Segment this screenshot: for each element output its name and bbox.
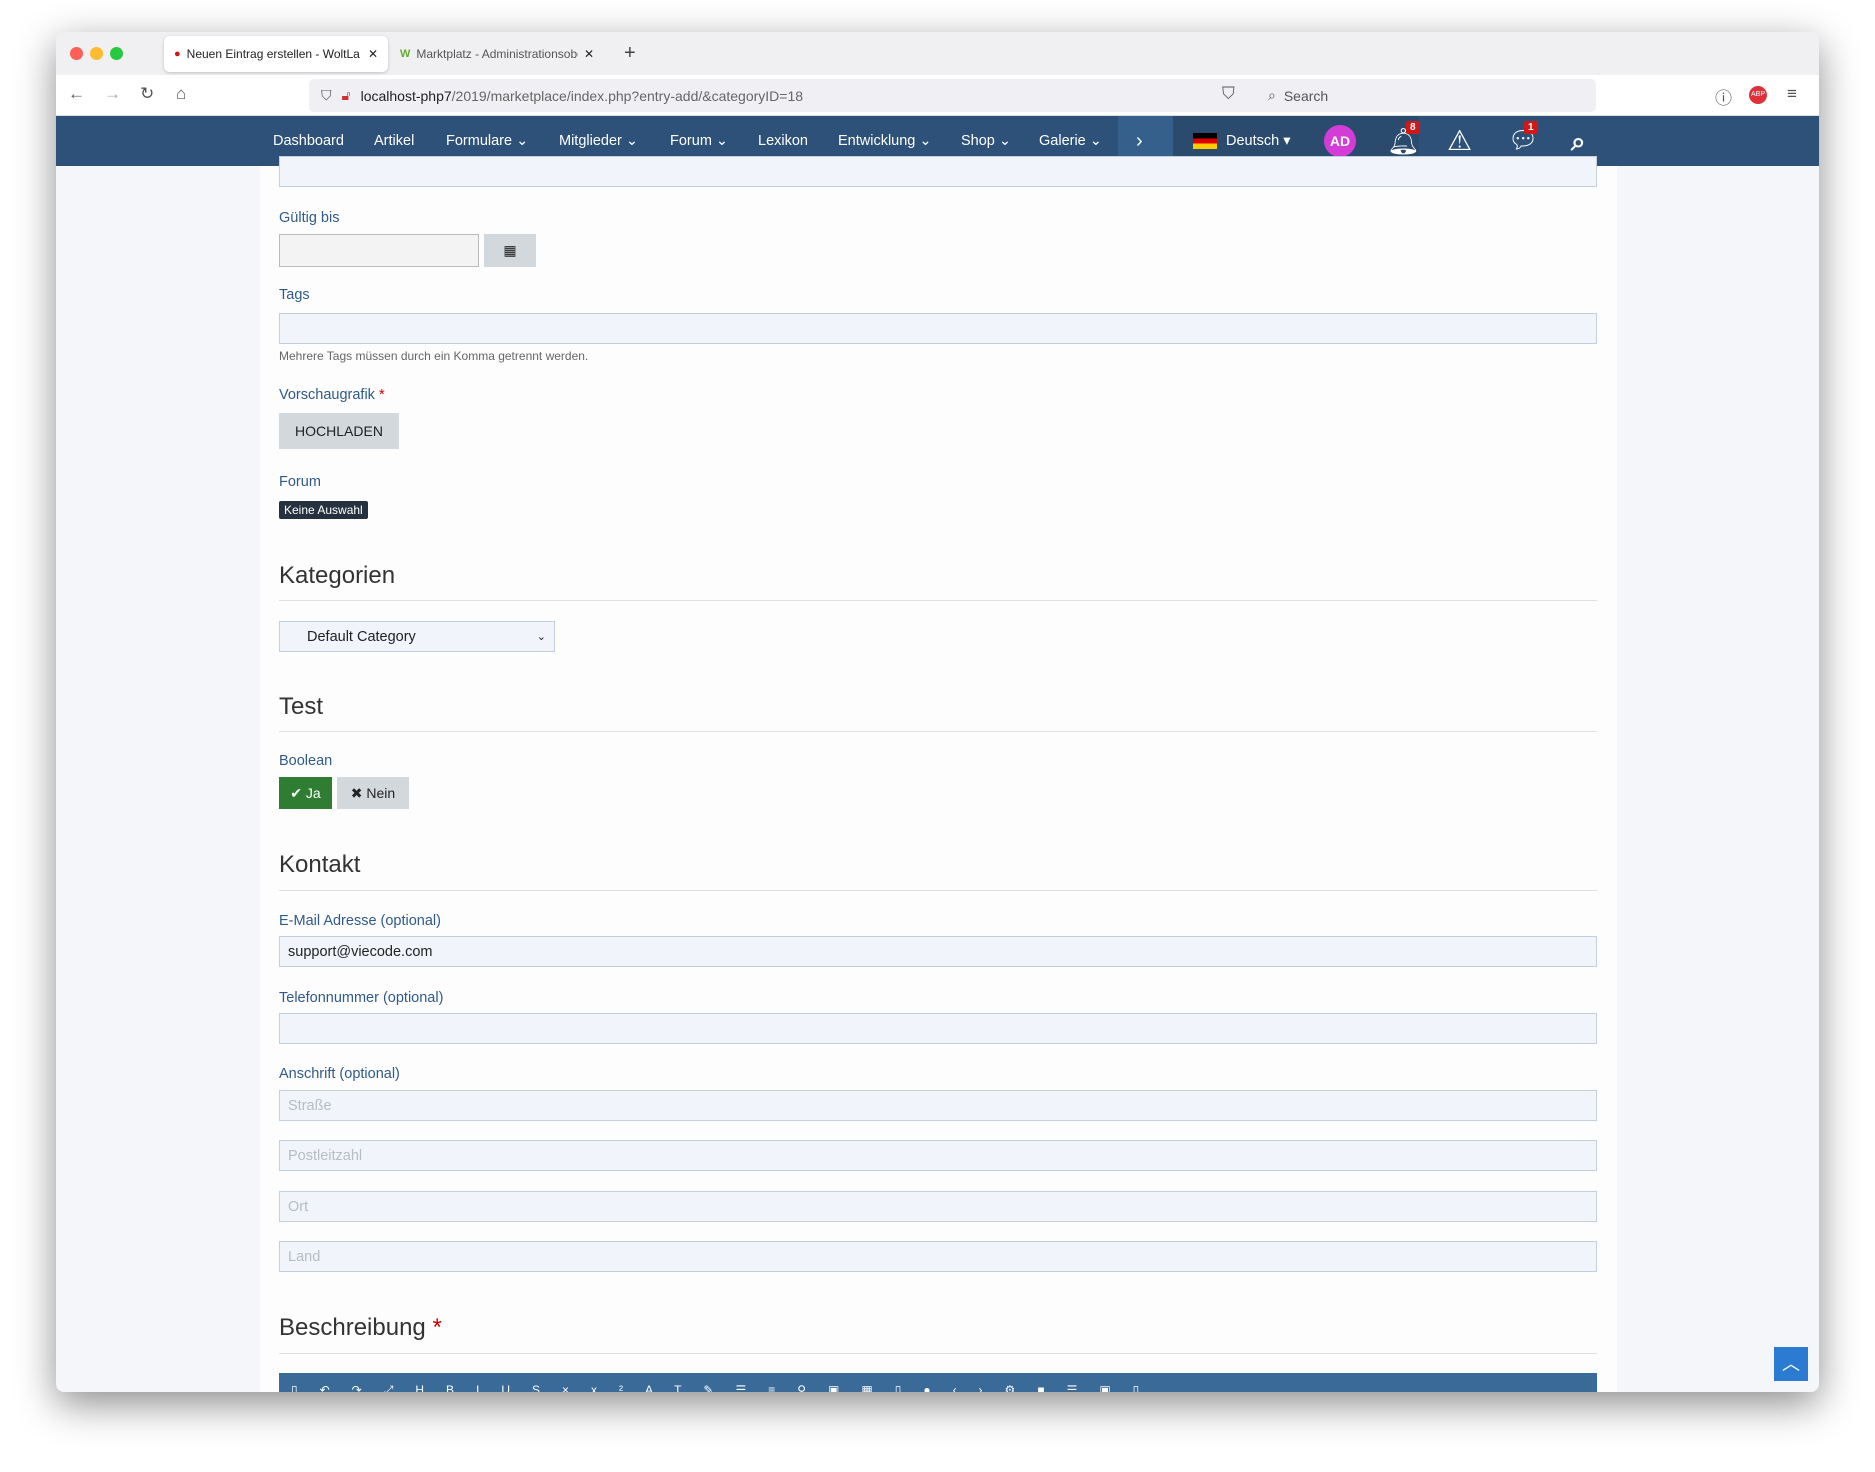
new-tab-button[interactable]: + (624, 42, 636, 65)
notification-badge: 8 (1406, 121, 1420, 134)
boolean-label: Boolean (279, 753, 333, 769)
chevron-up-icon: ︿ (1782, 1354, 1800, 1374)
country-input[interactable]: Land (279, 1241, 1597, 1272)
zip-input[interactable]: Postleitzahl (279, 1140, 1597, 1171)
search-icon: ⌕ (1268, 87, 1276, 103)
valid-until-label: Gültig bis (279, 210, 340, 226)
email-input[interactable]: support@viecode.com (279, 936, 1597, 967)
adblock-icon[interactable]: ABP (1749, 86, 1767, 104)
minimize-window-button[interactable] (90, 47, 103, 60)
no-button[interactable]: ✖ Nein (337, 777, 409, 809)
divider (279, 1353, 1597, 1354)
street-input[interactable]: Straße (279, 1090, 1597, 1121)
valid-until-input[interactable] (279, 234, 479, 267)
check-icon: ✔ (290, 784, 306, 801)
forward-icon[interactable]: → (104, 84, 121, 104)
tags-input[interactable] (279, 313, 1597, 344)
browser-toolbar: ← → ↻ ⌂ ⛉ 🔓︎ localhost-php7/2019/marketp… (56, 75, 1819, 116)
tab-active[interactable]: ● Neuen Eintrag erstellen - WoltLa ✕ (164, 36, 388, 72)
categories-heading: Kategorien (279, 562, 396, 589)
previous-input[interactable] (279, 156, 1597, 187)
pocket-icon[interactable]: ⛉ (1222, 84, 1235, 104)
messages-badge: 1 (1524, 121, 1538, 134)
menu-icon[interactable]: ≡ (1787, 84, 1797, 104)
home-icon[interactable]: ⌂ (176, 84, 186, 104)
scroll-to-top-button[interactable]: ︿ (1774, 1347, 1808, 1381)
woltlab-favicon-icon: W (400, 48, 411, 60)
browser-search-input[interactable]: ⌕ Search (1256, 79, 1596, 112)
maximize-window-button[interactable] (110, 47, 123, 60)
contact-heading: Kontakt (279, 851, 361, 878)
preview-image-label: Vorschaugrafik * (279, 387, 385, 403)
calendar-icon: ▦ (503, 242, 517, 258)
email-label: E-Mail Adresse (optional) (279, 913, 441, 929)
category-select[interactable]: Default Category ⌄ (279, 621, 555, 652)
insecure-lock-icon: 🔓︎ (341, 87, 351, 103)
city-input[interactable]: Ort (279, 1191, 1597, 1222)
chevron-down-icon: ⌄ (536, 631, 546, 643)
tags-label: Tags (279, 287, 310, 303)
german-flag-icon (1193, 133, 1217, 149)
close-window-button[interactable] (70, 47, 83, 60)
yes-button[interactable]: ✔ Ja (279, 777, 332, 809)
test-heading: Test (279, 693, 324, 720)
woltlab-favicon-icon: ● (174, 48, 181, 60)
tab-marketplace[interactable]: W Marktplatz - Administrationsobe ✕ (390, 36, 604, 72)
phone-label: Telefonnummer (optional) (279, 990, 444, 1006)
extension-icon[interactable]: ⓘ (1715, 84, 1732, 109)
avatar[interactable]: AD (1324, 125, 1356, 157)
calendar-button[interactable]: ▦ (484, 234, 536, 267)
close-tab-icon[interactable]: ✕ (368, 47, 378, 61)
divider (279, 731, 1597, 732)
back-icon[interactable]: ← (68, 84, 85, 104)
tags-help-text: Mehrere Tags müssen durch ein Komma getr… (279, 349, 589, 363)
reload-icon[interactable]: ↻ (140, 84, 154, 104)
shield-icon: ⛉ (321, 87, 332, 103)
forum-label: Forum (279, 474, 321, 490)
divider (279, 600, 1597, 601)
divider (279, 890, 1597, 891)
upload-button[interactable]: HOCHLADEN (279, 413, 399, 449)
close-tab-icon[interactable]: ✕ (584, 47, 594, 61)
editor-toolbar[interactable]: ▯↶↷⤢HBIUS×x²AT✎☰≡⚲▣▦▯●‹›⚙■☰▣▯ (279, 1373, 1597, 1392)
forum-selection-badge[interactable]: Keine Auswahl (279, 501, 368, 519)
tab-bar: ● Neuen Eintrag erstellen - WoltLa ✕ W M… (56, 32, 1819, 75)
url-bar[interactable]: ⛉ 🔓︎ localhost-php7/2019/marketplace/ind… (309, 79, 1309, 112)
x-icon: ✖ (350, 784, 367, 801)
browser-window: ● Neuen Eintrag erstellen - WoltLa ✕ W M… (56, 32, 1819, 1392)
description-heading: Beschreibung * (279, 1314, 442, 1341)
phone-input[interactable] (279, 1013, 1597, 1044)
address-label: Anschrift (optional) (279, 1066, 400, 1082)
